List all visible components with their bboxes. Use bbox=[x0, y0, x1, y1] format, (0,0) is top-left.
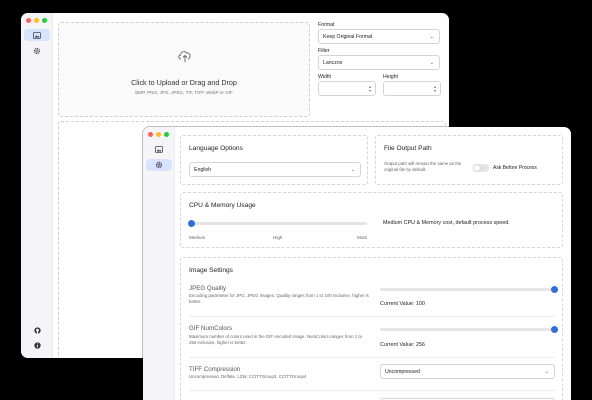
filter-value: Lanczos bbox=[323, 59, 343, 66]
ask-before-process-toggle[interactable] bbox=[473, 164, 489, 172]
tiff-compression-select[interactable]: Uncompressed ⌄ bbox=[380, 364, 555, 379]
tiff-compression-description: Uncompressed, Deflate, LZW, CCITTGroup3,… bbox=[189, 374, 307, 379]
height-input[interactable]: ▴ ▾ bbox=[383, 81, 441, 96]
chevron-down-icon: ⌄ bbox=[544, 369, 549, 375]
info-icon bbox=[33, 341, 41, 349]
gear-icon bbox=[155, 161, 163, 169]
jpeg-quality-title: JPEG Quality bbox=[189, 285, 227, 292]
chevron-down-icon: ⌄ bbox=[429, 60, 434, 66]
tick-high: High bbox=[273, 235, 283, 240]
cpu-title: CPU & Memory Usage bbox=[189, 202, 256, 209]
sidebar-item-images[interactable] bbox=[24, 29, 50, 41]
tiff-compression-title: TIFF Compression bbox=[189, 366, 241, 373]
sidebar bbox=[143, 127, 175, 400]
toggle-label: Ask Before Process bbox=[493, 165, 537, 171]
minimize-button[interactable] bbox=[34, 18, 39, 23]
github-icon bbox=[33, 326, 41, 334]
tick-most: Most bbox=[357, 235, 367, 240]
chevron-down-icon: ⌄ bbox=[350, 167, 355, 173]
stepper-icon[interactable]: ▴ ▾ bbox=[369, 85, 371, 93]
jpeg-quality-description: Encoding parameter for JPG, JPEG images.… bbox=[189, 293, 369, 304]
image-icon bbox=[33, 31, 41, 39]
settings-window: Language Options English ⌄ File Output P… bbox=[143, 127, 571, 400]
filter-label: Filter bbox=[318, 48, 330, 54]
minimize-button[interactable] bbox=[156, 132, 161, 137]
sidebar bbox=[21, 13, 53, 358]
cpu-card: CPU & Memory Usage Medium High Most Medi… bbox=[180, 192, 563, 248]
jpeg-slider-track[interactable] bbox=[380, 288, 554, 291]
output-card: File Output Path Output path will remain… bbox=[375, 135, 563, 185]
cpu-description: Medium CPU & Memory cost, default proces… bbox=[383, 220, 510, 226]
window-controls bbox=[26, 18, 47, 23]
divider bbox=[189, 316, 556, 317]
window-controls bbox=[148, 132, 169, 137]
zoom-button[interactable] bbox=[42, 18, 47, 23]
height-label: Height bbox=[383, 74, 398, 80]
width-label: Width bbox=[318, 74, 332, 80]
width-input[interactable]: ▴ ▾ bbox=[318, 81, 376, 96]
tick-medium: Medium bbox=[189, 235, 206, 240]
gif-current-value: Current Value: 256 bbox=[380, 342, 425, 348]
close-button[interactable] bbox=[148, 132, 153, 137]
language-title: Language Options bbox=[189, 145, 243, 152]
sidebar-item-images[interactable] bbox=[146, 143, 172, 155]
image-settings-title: Image Settings bbox=[189, 267, 233, 274]
jpeg-current-value: Current Value: 100 bbox=[380, 301, 425, 307]
image-settings-card: Image Settings JPEG Quality Encoding par… bbox=[180, 257, 563, 400]
output-description: Output path will remain the same as the … bbox=[384, 161, 462, 172]
cpu-slider-track[interactable] bbox=[191, 222, 367, 225]
divider bbox=[189, 357, 556, 358]
format-value: Keep Original Format bbox=[323, 33, 373, 40]
image-icon bbox=[155, 145, 163, 153]
zoom-button[interactable] bbox=[164, 132, 169, 137]
sidebar-item-github[interactable] bbox=[24, 324, 50, 336]
jpeg-slider-knob[interactable] bbox=[550, 286, 558, 293]
gif-numcolors-title: GIF NumColors bbox=[189, 325, 232, 332]
sidebar-item-about[interactable] bbox=[24, 339, 50, 351]
stepper-icon[interactable]: ▴ ▾ bbox=[434, 85, 436, 93]
cloud-upload-icon bbox=[178, 51, 191, 62]
sidebar-item-settings[interactable] bbox=[24, 45, 50, 57]
upload-title: Click to Upload or Drag and Drop bbox=[131, 78, 237, 87]
close-button[interactable] bbox=[26, 18, 31, 23]
upload-formats: BMP, PNG, JPG, JPEG, TIF, TIFF, WebP or … bbox=[135, 90, 233, 95]
chevron-down-icon: ⌄ bbox=[429, 34, 434, 40]
language-card: Language Options English ⌄ bbox=[180, 135, 368, 185]
upload-dropzone[interactable]: Click to Upload or Drag and Drop BMP, PN… bbox=[58, 22, 310, 117]
cpu-slider-knob[interactable] bbox=[188, 220, 195, 227]
language-select[interactable]: English ⌄ bbox=[189, 162, 361, 177]
divider bbox=[189, 390, 556, 391]
output-title: File Output Path bbox=[384, 145, 432, 152]
language-value: English bbox=[194, 166, 212, 173]
format-label: Format bbox=[318, 22, 335, 28]
gif-slider-track[interactable] bbox=[380, 328, 554, 331]
sidebar-item-settings[interactable] bbox=[146, 159, 172, 171]
format-select[interactable]: Keep Original Format ⌄ bbox=[318, 29, 440, 44]
gear-icon bbox=[33, 47, 41, 55]
gif-numcolors-description: Maximum number of colors used in the GIF… bbox=[189, 334, 363, 345]
gif-slider-knob[interactable] bbox=[550, 326, 558, 333]
filter-select[interactable]: Lanczos ⌄ bbox=[318, 55, 440, 70]
tiff-compression-value: Uncompressed bbox=[385, 368, 420, 375]
